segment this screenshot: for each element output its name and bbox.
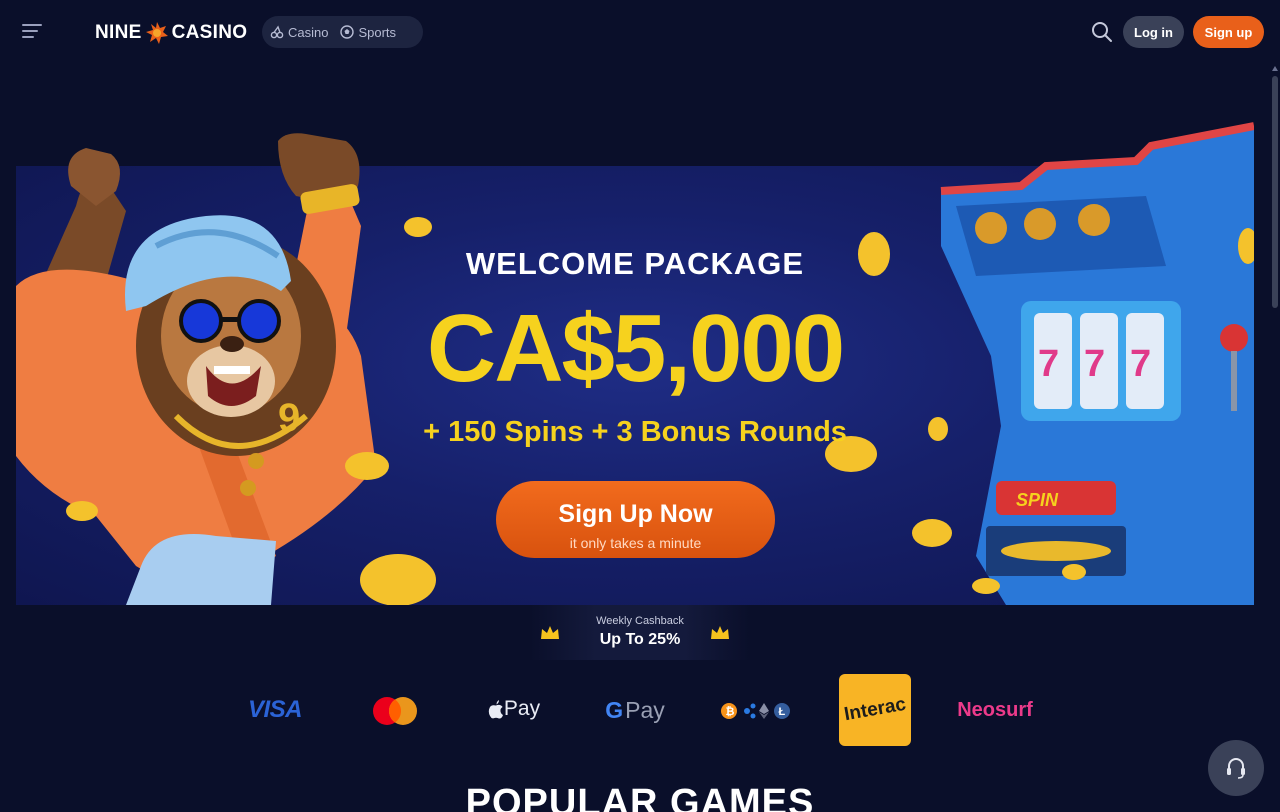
crown-icon [711,626,729,639]
mastercard-logo-icon [373,697,417,725]
bonus-amount: CA$5,000 [426,295,845,402]
apple-pay-text: Pay [503,697,541,720]
hamburger-menu-icon[interactable] [22,24,42,40]
interac-text: Interac [842,693,908,726]
nav-sports-label: Sports [358,24,397,40]
apple-pay-logo: Pay [482,696,546,722]
cherries-icon [270,25,284,39]
nav-casino-label: Casino [288,24,329,40]
interac-logo: Interac [839,674,911,746]
google-pay-text: Pay [625,696,665,723]
login-button[interactable]: Log in [1123,16,1184,48]
payment-methods-row: VISA Pay G Pay ₿ Ł Interac Neosurf [0,670,1280,750]
slot-spin-button-text: SPIN [1016,490,1059,510]
scroll-up-arrow-icon[interactable] [1272,66,1278,71]
bonus-details: + 150 Spins + 3 Bonus Rounds [423,416,847,448]
sign-up-now-button[interactable]: Sign Up Now it only takes a minute [496,481,775,558]
neosurf-logo: Neosurf [957,698,1033,721]
crypto-icons: ₿ Ł [721,703,790,719]
weekly-cashback-badge: Weekly Cashback Up To 25% [530,605,750,660]
banner-title: WELCOME PACKAGE [465,246,805,281]
visa-logo: VISA [247,696,303,723]
google-g-icon: G [605,696,624,723]
cta-label: Sign Up Now [558,500,713,528]
apple-icon [488,699,503,719]
popular-games-heading: POPULAR GAMES [465,782,815,812]
nav-sports[interactable]: Sports [340,25,396,40]
search-icon[interactable] [1091,21,1113,43]
top-header: NINE CASINO Casino Sports Log in Sign up [0,0,1280,64]
product-switcher: Casino Sports [262,16,423,48]
logo-text-casino: CASINO [171,22,248,43]
cta-sublabel: it only takes a minute [569,535,702,551]
svg-text:Ł: Ł [779,706,786,718]
welcome-banner[interactable]: 9 7 7 7 SPIN WELCOME PACKAGE CA$5,000 + … [16,96,1254,605]
svg-text:₿: ₿ [726,706,735,718]
nav-casino[interactable]: Casino [270,25,328,40]
lion-logo-icon [145,22,168,44]
headset-icon [1227,758,1245,779]
logo-text-nine: NINE [95,22,142,43]
scrollbar-thumb[interactable] [1272,76,1278,308]
signup-button[interactable]: Sign up [1193,16,1264,48]
soccer-ball-icon [340,25,355,39]
site-logo[interactable]: NINE CASINO [95,20,247,46]
google-pay-logo: G Pay [600,696,670,724]
support-chat-button[interactable] [1208,740,1264,796]
